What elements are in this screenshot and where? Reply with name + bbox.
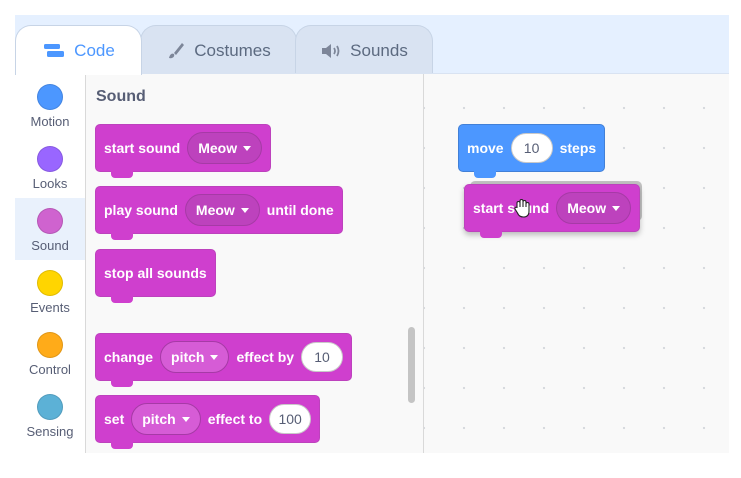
effect-value-input[interactable]: 100: [269, 404, 312, 434]
block-text: stop all sounds: [104, 265, 207, 281]
block-text: until done: [266, 202, 334, 218]
category-sensing[interactable]: Sensing: [15, 384, 85, 446]
sound-color-dot: [37, 208, 63, 234]
grab-cursor-icon: [513, 198, 533, 225]
code-icon: [42, 42, 66, 60]
category-motion[interactable]: Motion: [15, 74, 85, 136]
category-label: Events: [30, 300, 70, 315]
dropdown-value: Meow: [198, 140, 238, 156]
category-control[interactable]: Control: [15, 322, 85, 384]
looks-color-dot: [37, 146, 63, 172]
dropdown-value: pitch: [142, 411, 176, 427]
sound-menu-dropdown[interactable]: Meow: [184, 194, 260, 226]
palette-section-title: Sound: [96, 88, 146, 105]
stop-all-sounds-block[interactable]: stop all sounds: [95, 249, 216, 303]
block-text: start sound: [473, 200, 550, 216]
block-text: effect by: [236, 349, 295, 365]
sensing-color-dot: [37, 394, 63, 420]
dropdown-value: Meow: [195, 202, 235, 218]
block-text: steps: [559, 140, 597, 156]
brush-icon: [166, 41, 186, 61]
caret-down-icon: [181, 416, 190, 422]
category-menu: Motion Looks Sound Events Control Sensin…: [15, 74, 86, 453]
control-color-dot: [37, 332, 63, 358]
tab-costumes[interactable]: Costumes: [140, 25, 297, 75]
tab-code-label: Code: [74, 40, 115, 60]
dropdown-value: pitch: [171, 349, 205, 365]
category-label: Motion: [30, 114, 70, 129]
effect-menu-dropdown[interactable]: pitch: [131, 403, 201, 435]
category-label: Control: [29, 362, 71, 377]
category-label: Sensing: [26, 424, 74, 439]
category-label: Looks: [32, 176, 68, 191]
scratch-editor: Code Costumes Sounds Motion Looks Sound …: [15, 15, 729, 453]
dropdown-value: Meow: [567, 200, 607, 216]
block-text: change: [104, 349, 154, 365]
effect-menu-dropdown[interactable]: pitch: [160, 341, 230, 373]
category-looks[interactable]: Looks: [15, 136, 85, 198]
caret-down-icon: [612, 205, 621, 211]
speaker-icon: [320, 42, 342, 60]
block-text: play sound: [104, 202, 178, 218]
start-sound-block[interactable]: start sound Meow: [95, 124, 272, 178]
change-effect-block[interactable]: change pitch effect by 10: [95, 333, 353, 387]
effect-amount-input[interactable]: 10: [301, 342, 344, 372]
steps-input[interactable]: 10: [510, 133, 553, 163]
dragged-start-sound-block[interactable]: start sound Meow: [464, 184, 641, 238]
palette-scrollbar[interactable]: [408, 327, 415, 403]
motion-color-dot: [37, 84, 63, 110]
caret-down-icon: [240, 207, 249, 213]
move-steps-block[interactable]: move 10 steps: [458, 124, 606, 178]
block-text: start sound: [104, 140, 181, 156]
category-label: Sound: [31, 238, 69, 253]
play-sound-until-done-block[interactable]: play sound Meow until done: [95, 186, 343, 240]
category-events[interactable]: Events: [15, 260, 85, 322]
set-effect-block[interactable]: set pitch effect to 100: [95, 395, 321, 449]
script-workspace[interactable]: move 10 steps start sound Meow: [424, 74, 729, 453]
caret-down-icon: [210, 354, 219, 360]
block-text: effect to: [207, 411, 263, 427]
sound-menu-dropdown[interactable]: Meow: [556, 192, 632, 224]
tab-code[interactable]: Code: [15, 25, 142, 75]
caret-down-icon: [243, 145, 252, 151]
block-text: move: [467, 140, 504, 156]
events-color-dot: [37, 270, 63, 296]
sound-menu-dropdown[interactable]: Meow: [187, 132, 263, 164]
tab-costumes-label: Costumes: [194, 40, 271, 60]
tab-sounds[interactable]: Sounds: [295, 25, 433, 75]
editor-body: Motion Looks Sound Events Control Sensin…: [15, 73, 729, 453]
category-sound[interactable]: Sound: [15, 198, 85, 260]
tab-sounds-label: Sounds: [350, 40, 408, 60]
block-palette: Sound start sound Meow play sound Meow u…: [86, 74, 424, 453]
tab-strip: Code Costumes Sounds: [15, 15, 729, 75]
block-text: set: [104, 411, 125, 427]
